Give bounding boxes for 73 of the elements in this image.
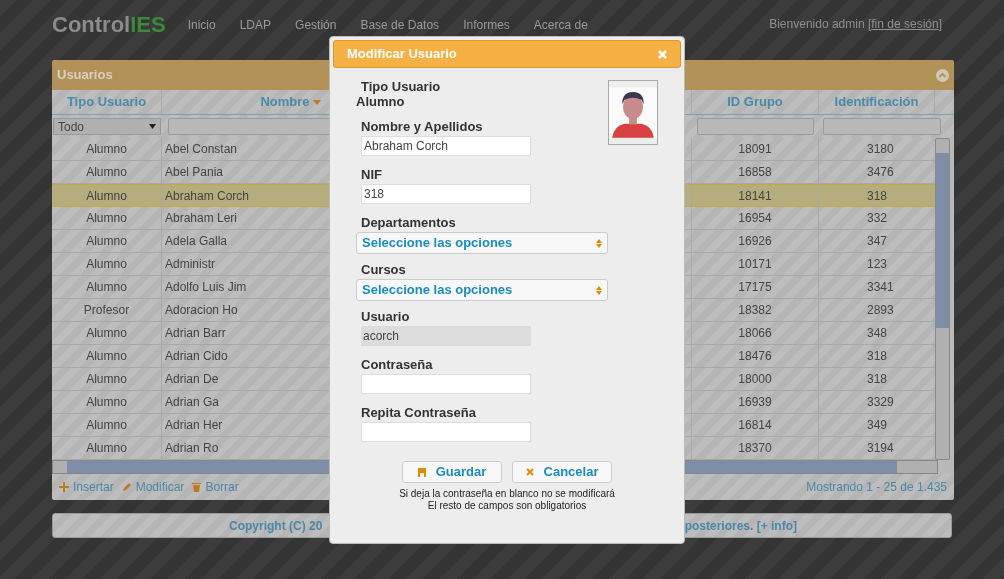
table-cell-text: 18091 <box>738 141 772 158</box>
table-cell-text: 18370 <box>738 440 772 457</box>
note-text: Si deja la contraseña en blanco no se modificará <box>399 488 615 500</box>
table-cell-text: Adrian Her <box>165 417 223 434</box>
table-cell-text: Abel Pania <box>165 164 224 181</box>
field-label: Cursos <box>361 262 407 277</box>
table-cell-text: 123 <box>867 256 888 273</box>
table-cell-text: Adolfo Luis Jim <box>165 279 247 296</box>
table-cell-text: Alumno <box>86 394 127 411</box>
modal-title: Modificar Usuario <box>347 45 457 64</box>
table-cell-text: Alumno <box>86 210 127 227</box>
note-text: El resto de campos son obligatorios <box>427 500 587 512</box>
table-cell-text: Adrian Cido <box>165 348 228 365</box>
field-label: Contraseña <box>361 357 434 372</box>
table-cell-text: Alumno <box>86 233 127 250</box>
table-cell-text: 348 <box>867 325 888 342</box>
table-cell-text: Alumno <box>86 440 127 457</box>
table-cell-text: 18382 <box>738 302 772 319</box>
table-cell-text: Alumno <box>86 279 127 296</box>
bracket-text: ] <box>938 16 942 33</box>
welcome-text: Bienvenido admin [ <box>769 16 872 33</box>
table-cell-text: 16814 <box>738 417 772 434</box>
table-cell-text: 3476 <box>867 164 894 181</box>
table-cell-text: Abel Constan <box>165 141 238 158</box>
table-cell-text: Alumno <box>86 325 127 342</box>
table-cell-text: Adrian Barr <box>165 325 226 342</box>
table-cell-text: Alumno <box>86 348 127 365</box>
table-cell-text: 10171 <box>738 256 772 273</box>
table-cell-text: Alumno <box>86 371 127 388</box>
table-cell-text: 18066 <box>738 325 772 342</box>
table-cell-text: Administr <box>165 256 215 273</box>
table-cell-text: 3341 <box>867 279 894 296</box>
table-cell-text: 17175 <box>738 279 772 296</box>
table-cell-text: Alumno <box>86 187 127 205</box>
table-cell-text: Alumno <box>86 256 127 273</box>
table-cell-text: 318 <box>867 371 888 388</box>
table-cell-text: Adoracion Ho <box>165 302 238 319</box>
table-cell-text: Abraham Corch <box>165 187 250 205</box>
field-label: Nombre y Apellidos <box>361 119 484 134</box>
table-cell-text: 318 <box>867 187 888 205</box>
table-cell-text: 318 <box>867 348 888 365</box>
table-cell-text: 3194 <box>867 440 894 457</box>
table-cell-text: 16926 <box>738 233 772 250</box>
table-cell-text: Abraham Leri <box>165 210 238 227</box>
table-cell-text: Adela Galla <box>165 233 228 250</box>
grid-title: Usuarios <box>57 66 113 85</box>
table-cell-text: 18141 <box>738 187 772 205</box>
table-cell-text: 349 <box>867 417 888 434</box>
field-label: Tipo Usuario <box>361 79 442 94</box>
user-type-value: Alumno <box>356 94 406 109</box>
table-cell-text: 2893 <box>867 302 894 319</box>
table-cell-text: 347 <box>867 233 888 250</box>
table-cell-text: 18000 <box>738 371 772 388</box>
table-cell-text: 16939 <box>738 394 772 411</box>
table-cell-text: 3329 <box>867 394 894 411</box>
table-cell-text: 332 <box>867 210 888 227</box>
table-cell-text: 16858 <box>738 164 772 181</box>
table-cell-text: Adrian Ga <box>165 394 220 411</box>
field-label: Repita Contraseña <box>361 405 477 420</box>
table-cell-text: Adrian Ro <box>165 440 219 457</box>
table-cell-text: 18476 <box>738 348 772 365</box>
field-label: NIF <box>361 167 383 182</box>
pager-text: Mostrando 1 - 25 de 1.435 <box>806 479 947 496</box>
table-cell-text: Alumno <box>86 417 127 434</box>
copyright-text: Copyright (C) 20 <box>229 517 323 535</box>
table-cell-text: Alumno <box>86 141 127 158</box>
table-cell-text: Profesor <box>83 302 130 319</box>
field-label: Departamentos <box>361 215 457 230</box>
table-cell-text: Adrian De <box>165 371 219 388</box>
table-cell-text: Alumno <box>86 164 127 181</box>
field-label: Usuario <box>361 309 411 324</box>
table-cell-text: 3180 <box>867 141 894 158</box>
table-cell-text: 16954 <box>738 210 772 227</box>
